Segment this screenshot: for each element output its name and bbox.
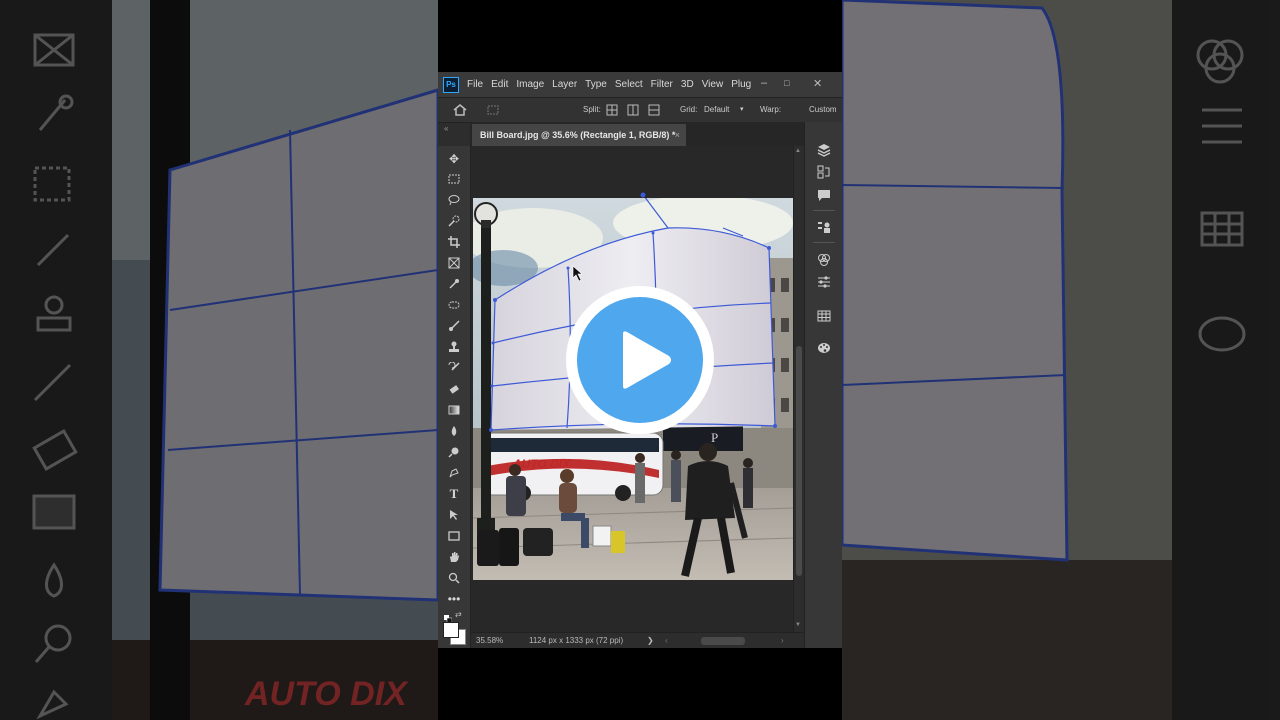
dodge-tool-icon[interactable] (445, 443, 463, 461)
play-button-fill (577, 297, 703, 423)
menu-type[interactable]: Type (585, 79, 607, 90)
panel-divider-2 (813, 242, 835, 243)
right-panel-dock (804, 122, 842, 648)
hand-tool-icon[interactable] (445, 548, 463, 566)
blur-tool-icon[interactable] (445, 422, 463, 440)
quick-selection-tool-icon[interactable] (445, 212, 463, 230)
split-cross-icon[interactable] (606, 104, 618, 116)
rectangle-tool-icon[interactable] (445, 527, 463, 545)
eraser-tool-icon[interactable] (445, 380, 463, 398)
grid-label: Grid: (680, 105, 698, 114)
crop-tool-icon[interactable] (445, 233, 463, 251)
more-tools-icon[interactable]: ••• (445, 590, 463, 608)
photoshop-logo-icon[interactable]: Ps (443, 76, 459, 93)
zoom-level[interactable]: 35.58% (476, 636, 503, 645)
lasso-tool-icon[interactable] (445, 191, 463, 209)
split-horizontal-icon[interactable] (648, 104, 660, 116)
vertical-scroll-thumb[interactable] (796, 346, 802, 576)
properties-icon[interactable] (816, 219, 832, 235)
clone-stamp-tool-icon[interactable] (445, 338, 463, 356)
panel-divider (813, 210, 835, 211)
swap-colors-icon[interactable]: ⇄ (455, 610, 462, 619)
left-background-blur: AUTO DIX (0, 0, 438, 720)
pen-tool-icon[interactable] (445, 464, 463, 482)
warp-control-handle[interactable] (638, 190, 648, 200)
grid-select[interactable]: Default (704, 105, 729, 114)
warp-label: Warp: (760, 105, 782, 114)
menu-file[interactable]: File (467, 79, 483, 90)
chevron-down-icon[interactable]: ▾ (740, 105, 744, 113)
history-icon[interactable] (816, 164, 832, 180)
brush-tool-icon[interactable] (445, 317, 463, 335)
move-tool-icon[interactable]: ✥ (445, 150, 463, 168)
svg-text:P: P (711, 430, 718, 445)
comments-icon[interactable] (816, 187, 832, 203)
video-play-button[interactable] (566, 286, 714, 434)
status-menu-arrow-icon[interactable]: ❯ (647, 636, 654, 645)
frame-tool-icon[interactable] (445, 254, 463, 272)
document-tab-title: Bill Board.jpg @ 35.6% (Rectangle 1, RGB… (480, 130, 676, 140)
menu-3d[interactable]: 3D (681, 79, 694, 90)
minimize-button[interactable]: – (761, 77, 767, 89)
menu-image[interactable]: Image (516, 79, 544, 90)
transform-mode-icon[interactable] (486, 104, 500, 116)
maximize-button[interactable]: □ (784, 78, 789, 88)
zoom-tool-icon[interactable] (445, 569, 463, 587)
document-tab[interactable]: Bill Board.jpg @ 35.6% (Rectangle 1, RGB… (472, 124, 686, 146)
close-tab-icon[interactable]: × (675, 124, 680, 146)
close-window-button[interactable]: ✕ (813, 77, 822, 90)
menu-plugins[interactable]: Plug (731, 79, 751, 90)
warp-select[interactable]: Custom (809, 105, 837, 114)
layers-icon[interactable] (816, 142, 832, 158)
tools-panel: ✥ T ••• ⇄ (438, 146, 471, 648)
scroll-up-icon[interactable]: ▲ (795, 148, 801, 154)
right-background-blur (842, 0, 1280, 720)
top-letterbox (438, 0, 842, 72)
horizontal-scroll-thumb[interactable] (701, 637, 745, 645)
gradient-tool-icon[interactable] (445, 401, 463, 419)
scroll-down-icon[interactable]: ▼ (795, 622, 801, 628)
menu-select[interactable]: Select (615, 79, 643, 90)
document-dimensions: 1124 px x 1333 px (72 ppi) (529, 636, 624, 645)
swatches-palette-icon[interactable] (816, 340, 832, 356)
eyedropper-tool-icon[interactable] (445, 275, 463, 293)
menu-filter[interactable]: Filter (651, 79, 673, 90)
status-bar: 35.58% 1124 px x 1333 px (72 ppi) ❯ ‹ › (471, 632, 804, 648)
menu-view[interactable]: View (702, 79, 724, 90)
type-tool-icon[interactable]: T (445, 485, 463, 503)
libraries-icon[interactable] (816, 308, 832, 324)
collapse-left-icon[interactable]: « (444, 124, 448, 133)
marquee-tool-icon[interactable] (445, 170, 463, 188)
scroll-right-icon[interactable]: › (781, 636, 784, 645)
bottom-letterbox (438, 648, 842, 720)
menu-edit[interactable]: Edit (491, 79, 508, 90)
foreground-color-swatch[interactable] (443, 622, 459, 638)
default-colors-icon[interactable] (444, 610, 453, 624)
history-brush-tool-icon[interactable] (445, 359, 463, 377)
options-bar: Split: Grid: Default ▾ Warp: Custom (438, 97, 842, 123)
scroll-left-icon[interactable]: ‹ (665, 636, 668, 645)
home-icon[interactable] (453, 104, 467, 116)
adjustments-icon[interactable] (816, 274, 832, 290)
menu-bar: Ps File Edit Image Layer Type Select Fil… (438, 72, 842, 97)
vertical-scrollbar[interactable]: ▲ ▼ (793, 146, 804, 632)
menu-layer[interactable]: Layer (552, 79, 577, 90)
split-label: Split: (583, 105, 601, 114)
document-tab-row: Bill Board.jpg @ 35.6% (Rectangle 1, RGB… (470, 122, 842, 146)
play-icon (623, 331, 671, 389)
split-vertical-icon[interactable] (627, 104, 639, 116)
healing-brush-tool-icon[interactable] (445, 296, 463, 314)
color-icon[interactable] (816, 252, 832, 268)
path-selection-tool-icon[interactable] (445, 506, 463, 524)
